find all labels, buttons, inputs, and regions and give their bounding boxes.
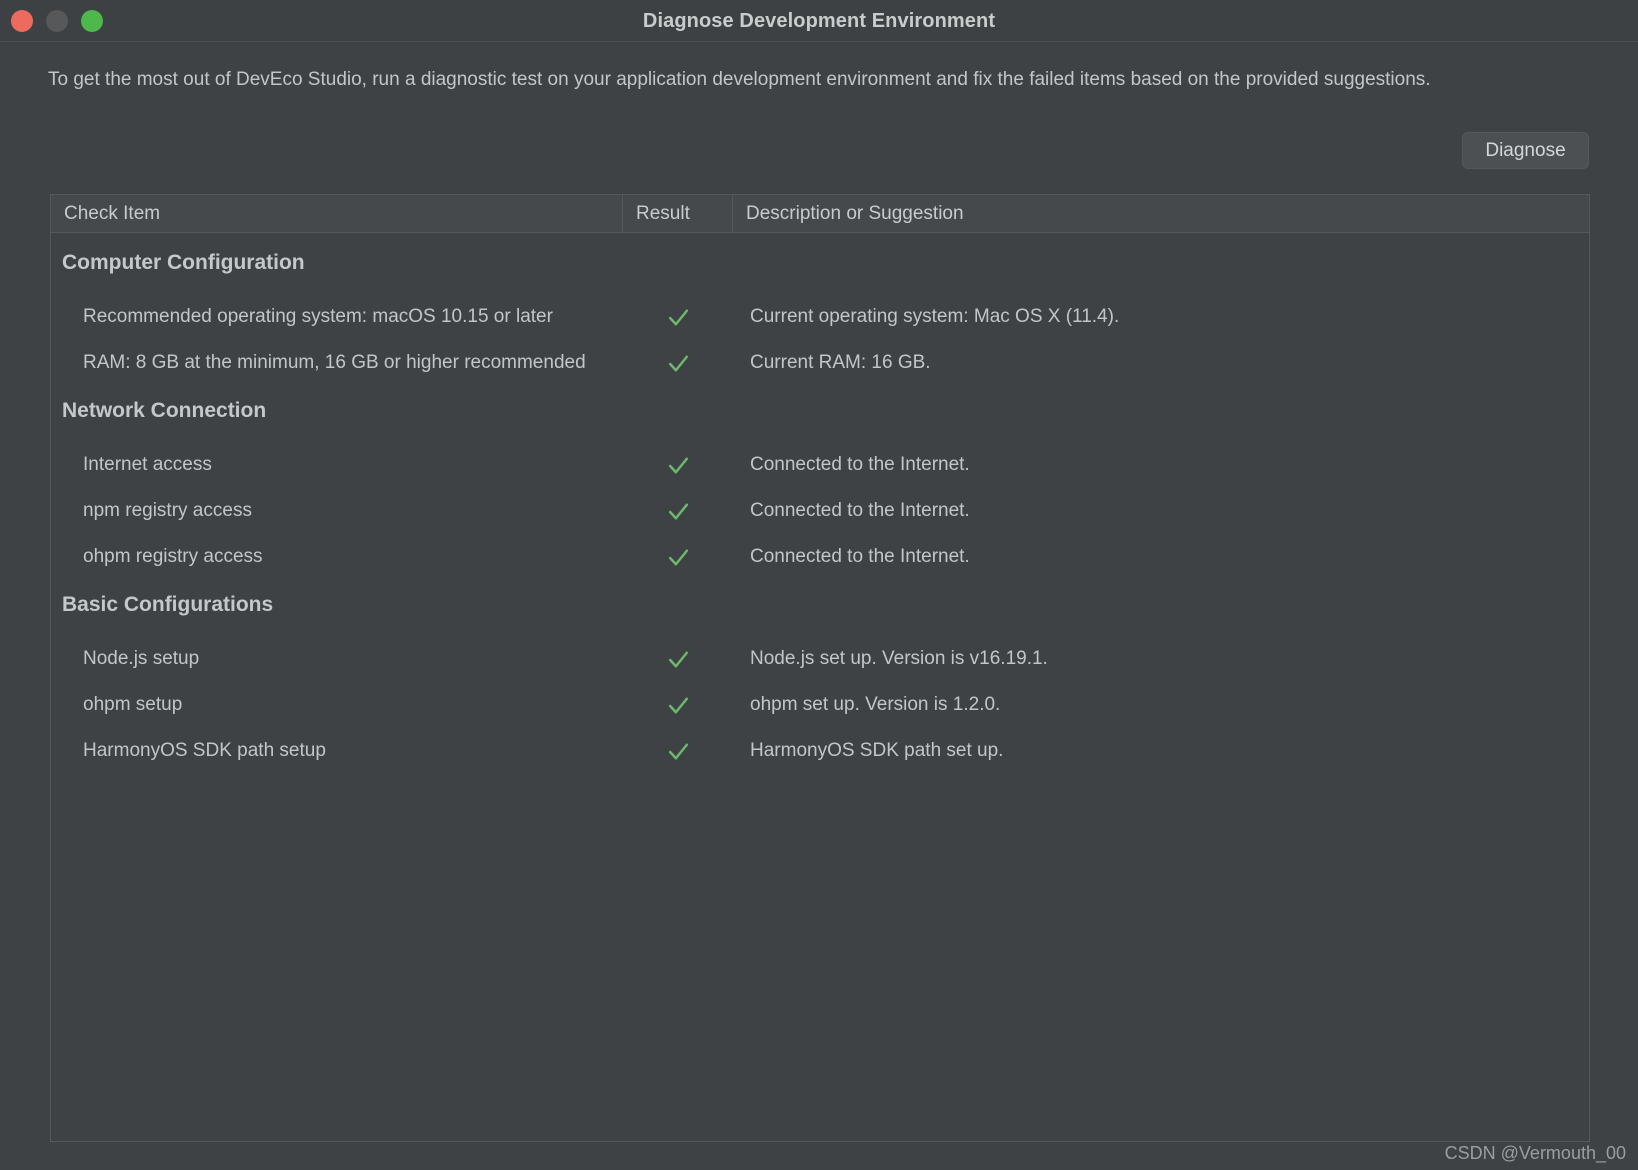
check-item-label: Internet access: [83, 454, 212, 475]
check-icon: [668, 650, 688, 668]
table-row[interactable]: ohpm registry access Connected to the Int…: [51, 541, 1589, 573]
result-cell: [623, 449, 733, 481]
result-cell: [623, 643, 733, 675]
check-icon: [668, 456, 688, 474]
result-cell: [623, 495, 733, 527]
intro-description: To get the most out of DevEco Studio, ru…: [48, 69, 1431, 90]
description-label: Current RAM: 16 GB.: [750, 352, 931, 373]
result-cell: [623, 541, 733, 573]
section-title: Network Connection: [62, 399, 267, 422]
description-label: Connected to the Internet.: [750, 546, 970, 567]
table-row[interactable]: npm registry access Connected to the Inte…: [51, 495, 1589, 527]
column-header-result[interactable]: Result: [623, 195, 733, 232]
check-icon: [668, 354, 688, 372]
check-icon: [668, 548, 688, 566]
column-header-check-item[interactable]: Check Item: [51, 195, 623, 232]
table-row[interactable]: Node.js setup Node.js set up. Version is …: [51, 643, 1589, 675]
result-cell: [623, 689, 733, 721]
description-label: Connected to the Internet.: [750, 454, 970, 475]
window-titlebar: Diagnose Development Environment: [0, 0, 1638, 42]
check-icon: [668, 742, 688, 760]
table-header-row: Check Item Result Description or Suggest…: [51, 195, 1589, 233]
check-item-label: HarmonyOS SDK path setup: [83, 740, 326, 761]
check-icon: [668, 308, 688, 326]
description-label: ohpm set up. Version is 1.2.0.: [750, 694, 1001, 715]
check-item-label: Node.js setup: [83, 648, 200, 669]
check-item-label: ohpm registry access: [83, 546, 263, 567]
description-label: Current operating system: Mac OS X (11.4…: [750, 306, 1120, 327]
column-header-description[interactable]: Description or Suggestion: [733, 195, 1589, 232]
watermark-label: CSDN @Vermouth_00: [1444, 1143, 1626, 1163]
table-row[interactable]: HarmonyOS SDK path setup HarmonyOS SDK pa…: [51, 735, 1589, 767]
check-icon: [668, 696, 688, 714]
check-item-label: Recommended operating system: macOS 10.1…: [83, 306, 553, 327]
result-cell: [623, 735, 733, 767]
section-title: Computer Configuration: [62, 251, 305, 274]
diagnostics-table: Check Item Result Description or Suggest…: [50, 194, 1590, 1142]
diagnose-button[interactable]: Diagnose: [1462, 132, 1589, 169]
check-item-label: npm registry access: [83, 500, 252, 521]
table-row[interactable]: Internet access Connected to the Internet…: [51, 449, 1589, 481]
table-row[interactable]: Recommended operating system: macOS 10.1…: [51, 301, 1589, 333]
description-label: Node.js set up. Version is v16.19.1.: [750, 648, 1048, 669]
description-label: HarmonyOS SDK path set up.: [750, 740, 1004, 761]
check-item-label: RAM: 8 GB at the minimum, 16 GB or highe…: [83, 352, 586, 373]
table-body: Computer Configuration Recommended operat…: [51, 233, 1589, 1141]
table-row[interactable]: ohpm setup ohpm set up. Version is 1.2.0.: [51, 689, 1589, 721]
description-label: Connected to the Internet.: [750, 500, 970, 521]
check-item-label: ohpm setup: [83, 694, 183, 715]
window-title: Diagnose Development Environment: [642, 10, 996, 32]
result-cell: [623, 301, 733, 333]
check-icon: [668, 502, 688, 520]
table-row[interactable]: RAM: 8 GB at the minimum, 16 GB or highe…: [51, 347, 1589, 379]
result-cell: [623, 347, 733, 379]
section-title: Basic Configurations: [62, 593, 274, 616]
